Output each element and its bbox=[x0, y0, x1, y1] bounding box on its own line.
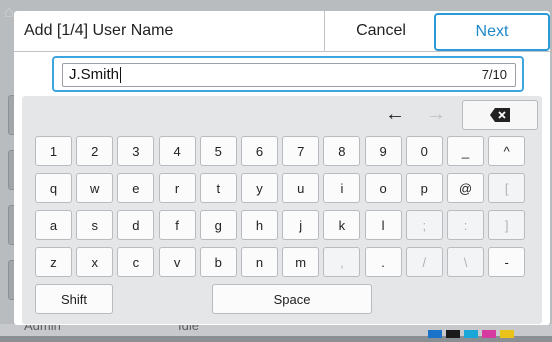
key-t[interactable]: t bbox=[199, 173, 237, 203]
toner-level-indicator bbox=[482, 330, 496, 338]
key-q[interactable]: q bbox=[35, 173, 72, 203]
user-name-field[interactable]: J.Smith 7/10 bbox=[52, 56, 524, 92]
key-j[interactable]: j bbox=[282, 210, 320, 240]
next-button[interactable]: Next bbox=[434, 13, 550, 51]
key-symbol[interactable]: ^ bbox=[488, 136, 526, 166]
key-symbol[interactable]: / bbox=[405, 247, 443, 277]
status-bar: Admin Idle bbox=[0, 318, 552, 338]
key-5[interactable]: 5 bbox=[199, 136, 237, 166]
key-i[interactable]: i bbox=[323, 173, 361, 203]
key-y[interactable]: y bbox=[241, 173, 278, 203]
cancel-button[interactable]: Cancel bbox=[324, 11, 437, 51]
key-f[interactable]: f bbox=[158, 210, 196, 240]
key-symbol[interactable]: ; bbox=[405, 210, 443, 240]
key-3[interactable]: 3 bbox=[117, 136, 155, 166]
toner-level-indicator bbox=[464, 330, 478, 338]
key-h[interactable]: h bbox=[241, 210, 278, 240]
key-s[interactable]: s bbox=[76, 210, 114, 240]
key-a[interactable]: a bbox=[35, 210, 72, 240]
key-symbol[interactable]: ] bbox=[488, 210, 526, 240]
key-symbol[interactable]: , bbox=[323, 247, 361, 277]
key-symbol[interactable]: : bbox=[447, 210, 484, 240]
key-d[interactable]: d bbox=[117, 210, 155, 240]
toner-indicators bbox=[424, 326, 544, 338]
key-symbol[interactable]: @ bbox=[447, 173, 484, 203]
key-l[interactable]: l bbox=[364, 210, 402, 240]
key-4[interactable]: 4 bbox=[158, 136, 196, 166]
key-9[interactable]: 9 bbox=[364, 136, 402, 166]
dialog-header: Add [1/4] User Name Cancel Next bbox=[14, 11, 550, 52]
key-c[interactable]: c bbox=[117, 247, 155, 277]
key-symbol[interactable]: \ bbox=[447, 247, 484, 277]
key-0[interactable]: 0 bbox=[405, 136, 443, 166]
key-2[interactable]: 2 bbox=[76, 136, 114, 166]
cursor-left-button[interactable]: ← bbox=[377, 99, 413, 129]
input-value: J.Smith bbox=[69, 66, 122, 84]
key-6[interactable]: 6 bbox=[241, 136, 278, 166]
key-7[interactable]: 7 bbox=[282, 136, 320, 166]
on-screen-keyboard: ← → Shift Space 1 2 3 4 5 6 7 8 9 0 _ ^ q w e r t y u i o p @[… bbox=[22, 96, 542, 324]
text-caret bbox=[120, 67, 122, 84]
key-b[interactable]: b bbox=[199, 247, 237, 277]
shift-key[interactable]: Shift bbox=[35, 284, 113, 314]
key-8[interactable]: 8 bbox=[323, 136, 361, 166]
key-n[interactable]: n bbox=[241, 247, 278, 277]
key-v[interactable]: v bbox=[158, 247, 196, 277]
backspace-icon bbox=[490, 108, 510, 122]
key-g[interactable]: g bbox=[199, 210, 237, 240]
key-k[interactable]: k bbox=[323, 210, 361, 240]
toner-level-indicator bbox=[446, 330, 460, 338]
key-z[interactable]: z bbox=[35, 247, 72, 277]
user-name-input[interactable]: J.Smith 7/10 bbox=[62, 63, 516, 87]
right-arrow-icon: → bbox=[426, 103, 446, 125]
left-arrow-icon: ← bbox=[385, 103, 405, 125]
key-r[interactable]: r bbox=[158, 173, 196, 203]
key-w[interactable]: w bbox=[76, 173, 114, 203]
cursor-right-button[interactable]: → bbox=[418, 99, 454, 129]
key-symbol[interactable]: _ bbox=[447, 136, 484, 166]
key-p[interactable]: p bbox=[405, 173, 443, 203]
key-e[interactable]: e bbox=[117, 173, 155, 203]
key-x[interactable]: x bbox=[76, 247, 114, 277]
space-key[interactable]: Space bbox=[212, 284, 372, 314]
toner-level-indicator bbox=[428, 330, 442, 338]
dialog-title: Add [1/4] User Name bbox=[24, 22, 174, 39]
key-o[interactable]: o bbox=[364, 173, 402, 203]
key-1[interactable]: 1 bbox=[35, 136, 72, 166]
key-symbol[interactable]: - bbox=[488, 247, 526, 277]
add-user-name-dialog: Add [1/4] User Name Cancel Next J.Smith … bbox=[14, 11, 550, 325]
character-counter: 7/10 bbox=[481, 67, 507, 82]
backspace-button[interactable] bbox=[462, 100, 538, 130]
toner-level-indicator bbox=[500, 330, 514, 338]
key-u[interactable]: u bbox=[282, 173, 320, 203]
key-symbol[interactable]: . bbox=[364, 247, 402, 277]
key-symbol[interactable]: [ bbox=[488, 173, 526, 203]
key-m[interactable]: m bbox=[282, 247, 320, 277]
